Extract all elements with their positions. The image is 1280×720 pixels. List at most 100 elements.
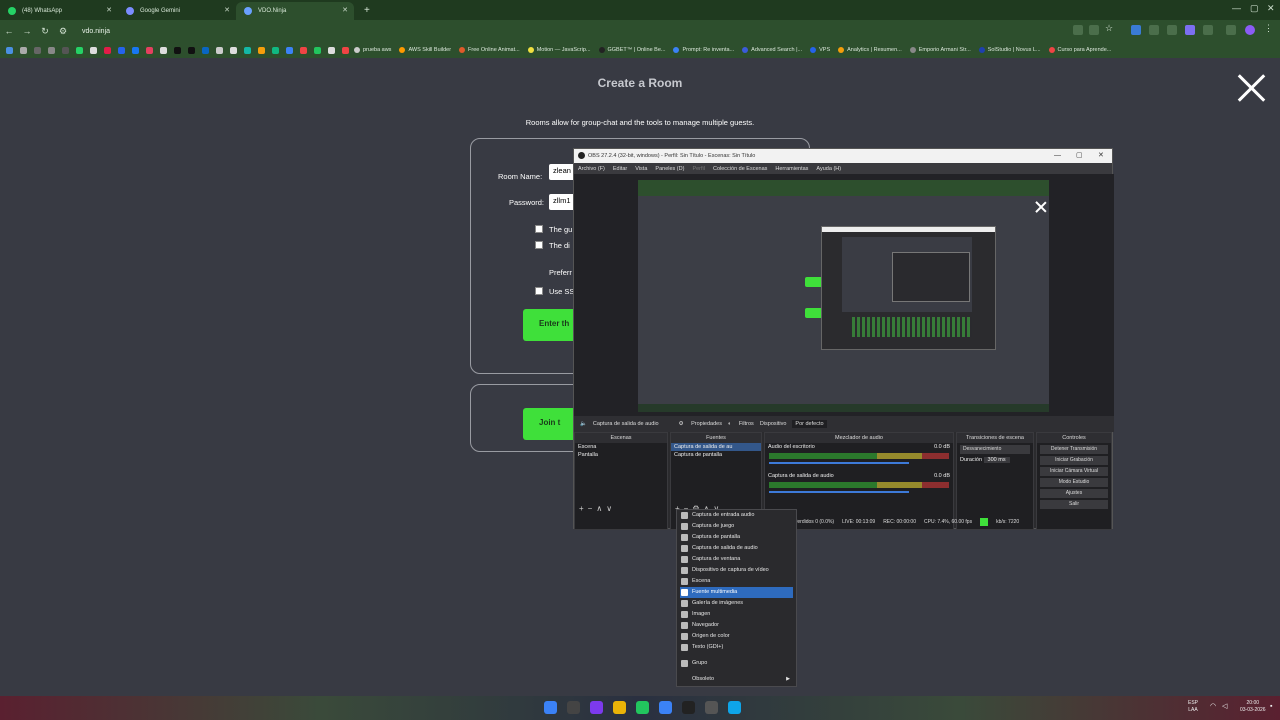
device-select[interactable]: Por defecto — [792, 420, 827, 428]
exit-button[interactable]: Salir — [1040, 500, 1108, 509]
bookmark-icon[interactable] — [1167, 25, 1177, 35]
menu-item-audio-output[interactable]: Captura de salida de audio — [677, 543, 796, 554]
bookmark-icon[interactable] — [286, 46, 293, 54]
minimize-icon[interactable]: — — [1232, 3, 1241, 13]
search-icon[interactable] — [567, 701, 580, 714]
scene-controls[interactable]: +−∧∨ — [579, 504, 616, 513]
menu-item-display-capture[interactable]: Captura de pantalla — [677, 532, 796, 543]
reload-icon[interactable]: ↻ — [36, 26, 54, 37]
menu-icon[interactable]: ⋮ — [1264, 23, 1274, 33]
bookmark-item[interactable]: VPS — [810, 47, 830, 53]
bookmark-item[interactable]: Motion — JavaScrip... — [527, 47, 591, 53]
extension-icon[interactable] — [1185, 25, 1195, 35]
bookmark-icon[interactable] — [62, 46, 69, 54]
app-icon[interactable] — [659, 701, 672, 714]
bookmark-item[interactable]: Free Online Animat... — [459, 47, 520, 53]
bookmark-item[interactable]: GGBET™ | Online Be... — [598, 47, 665, 53]
close-tab-icon[interactable]: ✕ — [342, 2, 348, 20]
obs-preview-canvas[interactable] — [638, 180, 1049, 412]
windows-start-icon[interactable] — [544, 701, 557, 714]
wifi-icon[interactable]: ◠ — [1210, 703, 1216, 710]
bookmark-item[interactable]: AWS Skill Builder — [399, 47, 451, 53]
minimize-icon[interactable]: — — [1054, 149, 1061, 163]
instagram-icon[interactable] — [146, 46, 153, 54]
linkedin-icon[interactable] — [202, 46, 209, 54]
app-icon[interactable] — [590, 701, 603, 714]
transition-select[interactable]: Desvanecimiento — [960, 445, 1030, 454]
menu-item-media-source[interactable]: Fuente multimedia — [680, 587, 793, 598]
close-window-icon[interactable]: ✕ — [1098, 149, 1104, 163]
menu-item-window-capture[interactable]: Captura de ventana — [677, 554, 796, 565]
properties-button[interactable]: ⚙ Propiedades — [679, 421, 722, 427]
bookmark-icon[interactable] — [34, 46, 41, 54]
apps-icon[interactable] — [6, 46, 13, 54]
settings-button[interactable]: Ajustes — [1040, 489, 1108, 498]
pen-icon[interactable] — [1149, 25, 1159, 35]
bookmark-icon[interactable] — [258, 46, 265, 54]
menu-archivo[interactable]: Archivo (F) — [578, 166, 605, 172]
volume-slider[interactable] — [769, 491, 909, 493]
tab-vdo-ninja[interactable]: VDO.Ninja ✕ — [236, 2, 354, 20]
tab-whatsapp[interactable]: (48) WhatsApp ✕ — [0, 2, 118, 20]
menu-coleccion-escenas[interactable]: Colección de Escenas — [713, 166, 767, 172]
checkbox-director[interactable] — [535, 241, 543, 249]
checkbox-ssl[interactable] — [535, 287, 543, 295]
bookmark-item[interactable]: Curso para Aprende... — [1048, 47, 1111, 53]
bookmark-item[interactable]: Prompt: Re inventa... — [673, 47, 734, 53]
app-icon[interactable] — [705, 701, 718, 714]
download-icon[interactable] — [1226, 25, 1236, 35]
filters-button[interactable]: ◐ Filtros — [728, 421, 754, 427]
menu-item-group[interactable]: Grupo — [677, 658, 796, 669]
bookmark-icon[interactable] — [328, 46, 335, 54]
duration-field[interactable]: 300 ms — [983, 457, 1010, 463]
menu-paneles[interactable]: Paneles (D) — [655, 166, 684, 172]
avatar[interactable] — [1245, 25, 1255, 35]
close-tab-icon[interactable]: ✕ — [106, 2, 112, 20]
screen-share-icon[interactable] — [1089, 25, 1099, 35]
scene-item[interactable]: Pantalla — [575, 451, 667, 459]
close-tab-icon[interactable]: ✕ — [224, 2, 230, 20]
app-icon[interactable] — [728, 701, 741, 714]
menu-item-scene[interactable]: Escena — [677, 576, 796, 587]
bookmark-icon[interactable] — [314, 46, 321, 54]
bookmark-icon[interactable] — [300, 46, 307, 54]
bookmark-icon[interactable] — [244, 46, 251, 54]
bookmark-icon[interactable] — [104, 46, 111, 54]
volume-slider[interactable] — [769, 462, 909, 464]
language-indicator[interactable]: ESP LAA — [1188, 700, 1198, 714]
chrome-icon[interactable] — [636, 701, 649, 714]
menu-item-text[interactable]: Texto (GDI+) — [677, 642, 796, 653]
notification-icon[interactable]: ▪ — [1270, 703, 1272, 710]
close-icon[interactable] — [1236, 72, 1268, 104]
source-item[interactable]: Captura de salida de au — [671, 443, 761, 451]
whatsapp-icon[interactable] — [76, 46, 83, 54]
menu-ayuda[interactable]: Ayuda (H) — [816, 166, 841, 172]
checkbox-guests[interactable] — [535, 225, 543, 233]
scene-item[interactable]: Escena — [575, 443, 667, 451]
bookmark-item[interactable]: SolStudio | Novus L... — [978, 47, 1041, 53]
new-tab-button[interactable]: + — [364, 5, 370, 16]
site-info-icon[interactable]: ⚙ — [54, 26, 72, 37]
tiktok-icon[interactable] — [188, 46, 195, 54]
menu-perfil[interactable]: Perfil — [692, 166, 705, 172]
studio-mode-button[interactable]: Modo Estudio — [1040, 478, 1108, 487]
bookmark-icon[interactable] — [272, 46, 279, 54]
youtube-icon[interactable] — [342, 46, 349, 54]
menu-item-game-capture[interactable]: Captura de juego — [677, 521, 796, 532]
bookmark-item[interactable]: Advanced Search |... — [742, 47, 802, 53]
menu-vista[interactable]: Vista — [635, 166, 647, 172]
maximize-icon[interactable]: ▢ — [1250, 3, 1259, 14]
menu-editar[interactable]: Editar — [613, 166, 627, 172]
menu-herramientas[interactable]: Herramientas — [775, 166, 808, 172]
bookmark-icon[interactable] — [20, 46, 27, 54]
bookmark-icon[interactable] — [216, 46, 223, 54]
volume-icon[interactable]: ◁ — [1222, 703, 1227, 710]
puzzle-icon[interactable] — [1203, 25, 1213, 35]
menu-item-audio-input[interactable]: Captura de entrada audio — [677, 510, 796, 521]
bookmark-item[interactable]: prueba aws — [354, 47, 391, 53]
menu-item-image-slideshow[interactable]: Galería de imágenes — [677, 598, 796, 609]
url-field[interactable]: vdo.ninja — [82, 28, 110, 35]
bookmark-icon[interactable] — [118, 46, 125, 54]
menu-item-image[interactable]: Imagen — [677, 609, 796, 620]
bookmark-icon[interactable] — [90, 46, 97, 54]
